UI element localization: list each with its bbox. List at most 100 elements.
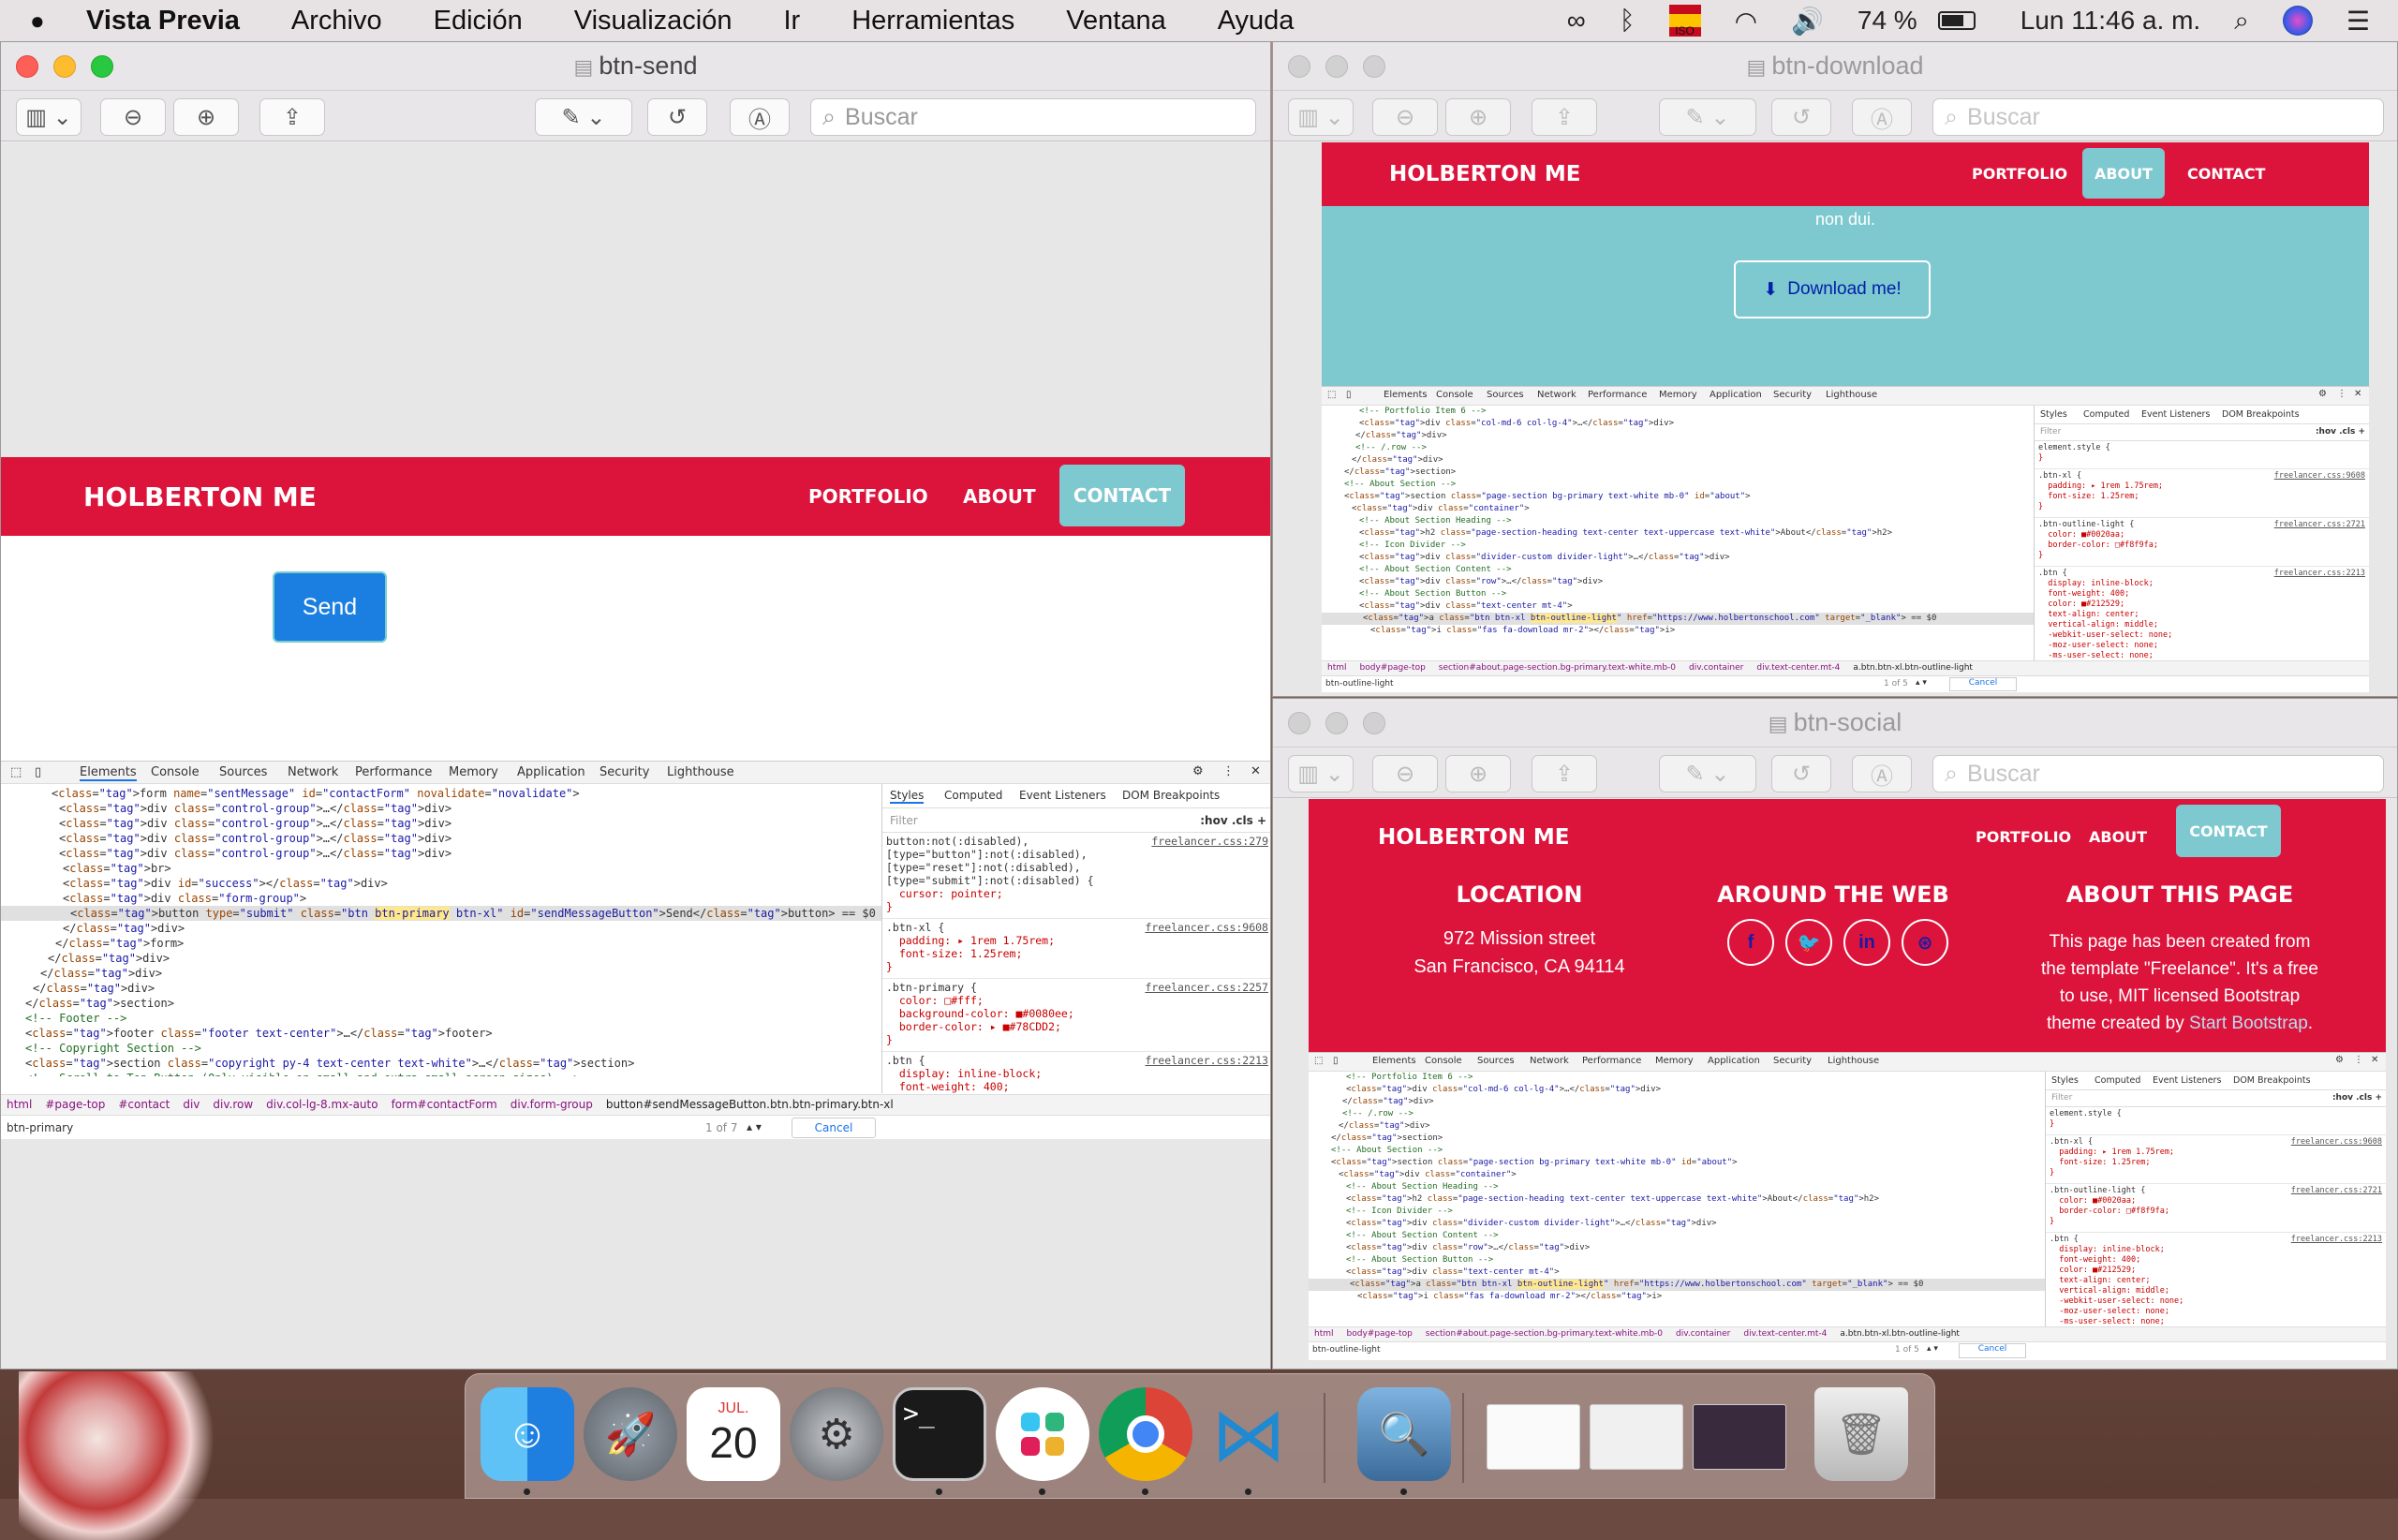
styles-tab[interactable]: Styles bbox=[2040, 409, 2067, 420]
dom-node[interactable]: <class="tag">div class="form-group"> bbox=[1, 891, 881, 906]
styles-filter-input[interactable]: Filter bbox=[2051, 1093, 2072, 1103]
facebook-icon[interactable]: f bbox=[1727, 919, 1774, 966]
dom-node[interactable]: </class="tag">section> bbox=[1309, 1133, 2045, 1145]
hov-cls-toggles[interactable]: :hov .cls + bbox=[2332, 1093, 2382, 1103]
event-listeners-tab[interactable]: Event Listeners bbox=[2141, 409, 2210, 420]
tab-lighthouse[interactable]: Lighthouse bbox=[667, 765, 734, 779]
nav-contact-active[interactable]: CONTACT bbox=[1059, 465, 1185, 526]
css-source-link[interactable]: freelancer.css:2213 bbox=[2274, 569, 2365, 579]
download-button[interactable]: ⬇ Download me! bbox=[1734, 260, 1931, 318]
css-rule[interactable]: .btn-xl { padding: ▸ 1rem 1.75rem; font-… bbox=[882, 921, 1270, 979]
find-cancel-button[interactable]: Cancel bbox=[792, 1118, 876, 1138]
dom-breakpoints-tab[interactable]: DOM Breakpoints bbox=[2222, 409, 2300, 420]
tab-network[interactable]: Network bbox=[1530, 1056, 1569, 1066]
markup-pen-button[interactable]: ✎ ⌄ bbox=[1659, 98, 1756, 136]
event-listeners-tab[interactable]: Event Listeners bbox=[2153, 1075, 2221, 1086]
styles-filter-input[interactable]: Filter bbox=[890, 814, 918, 827]
dom-node[interactable]: <class="tag">div class="control-group">…… bbox=[1, 846, 881, 861]
markup-toolbar-button[interactable]: Ⓐ bbox=[1852, 755, 1912, 792]
settings-gear-icon[interactable]: ⚙ bbox=[2335, 1055, 2344, 1065]
settings-gear-icon[interactable]: ⚙ bbox=[2318, 389, 2327, 399]
tab-application[interactable]: Application bbox=[1710, 390, 1762, 400]
dom-node[interactable]: <class="tag">div class="container"> bbox=[1322, 503, 2034, 515]
battery-icon[interactable] bbox=[1937, 11, 1976, 30]
tab-security[interactable]: Security bbox=[1773, 1056, 1812, 1066]
dom-node[interactable]: </class="tag">form> bbox=[1, 936, 881, 951]
site-brand[interactable]: HOLBERTON ME bbox=[1378, 825, 1569, 850]
menu-edicion[interactable]: Edición bbox=[434, 6, 523, 37]
computed-tab[interactable]: Computed bbox=[2083, 409, 2129, 420]
dom-node[interactable]: <class="tag">div class="col-md-6 col-lg-… bbox=[1309, 1084, 2045, 1096]
tab-sources[interactable]: Sources bbox=[1487, 390, 1524, 400]
breadcrumb-item[interactable]: body#page-top bbox=[1360, 663, 1426, 673]
screenshot-thumbnail-3[interactable] bbox=[1693, 1404, 1786, 1470]
dom-node[interactable]: <class="tag">div class="row">…</class="t… bbox=[1322, 576, 2034, 588]
markup-pen-button[interactable]: ✎ ⌄ bbox=[1659, 755, 1756, 792]
dom-node[interactable]: <class="tag">div class="control-group">…… bbox=[1, 831, 881, 846]
dom-node[interactable]: <class="tag">section class="page-section… bbox=[1322, 491, 2034, 503]
screenshot-thumbnail-1[interactable] bbox=[1487, 1404, 1580, 1470]
share-button[interactable]: ⇪ bbox=[1532, 98, 1597, 136]
dom-node[interactable]: <class="tag">div class="text-center mt-4… bbox=[1322, 600, 2034, 613]
css-rule[interactable]: .btn-primary { color: □#fff; background-… bbox=[882, 981, 1270, 1052]
css-source-link[interactable]: freelancer.css:9608 bbox=[2291, 1137, 2382, 1148]
tab-memory[interactable]: Memory bbox=[449, 765, 498, 779]
find-prev-next[interactable]: ▴ ▾ bbox=[747, 1120, 762, 1133]
zoom-out-button[interactable]: ⊖ bbox=[1372, 755, 1438, 792]
tab-elements[interactable]: Elements bbox=[80, 765, 137, 781]
tab-memory[interactable]: Memory bbox=[1655, 1056, 1694, 1066]
dom-tree[interactable]: <!-- Portfolio Item 6 --> <class="tag">di… bbox=[1309, 1072, 2045, 1306]
dom-node[interactable]: <!-- /.row --> bbox=[1309, 1108, 2045, 1120]
apple-menu-icon[interactable]: ● bbox=[30, 7, 86, 36]
styles-tab[interactable]: Styles bbox=[890, 789, 925, 804]
preview-icon[interactable]: 🔍 bbox=[1357, 1387, 1451, 1481]
css-source-link[interactable]: freelancer.css:279 bbox=[1151, 835, 1268, 848]
zoom-in-button[interactable]: ⊕ bbox=[1445, 98, 1511, 136]
menubar-clock[interactable]: Lun 11:46 a. m. bbox=[2021, 6, 2201, 36]
breadcrumb-item[interactable]: body#page-top bbox=[1347, 1329, 1413, 1339]
close-devtools-icon[interactable]: ✕ bbox=[2354, 389, 2361, 399]
hov-cls-toggles[interactable]: :hov .cls + bbox=[2316, 427, 2365, 437]
rotate-button[interactable]: ↺ bbox=[647, 98, 707, 136]
dom-node[interactable]: </class="tag">div> bbox=[1, 951, 881, 966]
dom-node[interactable]: </class="tag">div> bbox=[1, 981, 881, 996]
finder-icon[interactable]: ☺ bbox=[481, 1387, 574, 1481]
menu-visualizacion[interactable]: Visualización bbox=[574, 6, 733, 37]
styles-tab[interactable]: Styles bbox=[2051, 1075, 2079, 1086]
dom-node[interactable]: <class="tag">form name="sentMessage" id=… bbox=[1, 786, 881, 801]
zoom-out-button[interactable]: ⊖ bbox=[100, 98, 166, 136]
css-source-link[interactable]: freelancer.css:2721 bbox=[2274, 520, 2365, 530]
dom-tree[interactable]: <!-- Portfolio Item 6 --> <class="tag">di… bbox=[1322, 406, 2034, 640]
dom-node[interactable]: </class="tag">div> bbox=[1322, 454, 2034, 466]
breadcrumb-item[interactable]: a.btn.btn-xl.btn-outline-light bbox=[1840, 1329, 1960, 1339]
breadcrumb-item[interactable]: form#contactForm bbox=[392, 1098, 497, 1111]
dom-breakpoints-tab[interactable]: DOM Breakpoints bbox=[1122, 789, 1220, 802]
search-field[interactable]: ⌕ Buscar bbox=[810, 98, 1256, 136]
vscode-icon[interactable]: ⋈ bbox=[1202, 1387, 1295, 1481]
css-rule[interactable]: element.style {} bbox=[2035, 443, 2369, 469]
find-input[interactable]: btn-primary bbox=[7, 1121, 73, 1134]
dom-node[interactable]: <class="tag">div class="divider-custom d… bbox=[1322, 552, 2034, 564]
dom-node[interactable]: <!-- About Section Content --> bbox=[1322, 564, 2034, 576]
tab-sources[interactable]: Sources bbox=[1477, 1056, 1515, 1066]
dom-node[interactable]: </class="tag">div> bbox=[1309, 1120, 2045, 1133]
inspect-element-icon[interactable]: ⬚ bbox=[1314, 1056, 1323, 1066]
rotate-button[interactable]: ↺ bbox=[1771, 98, 1831, 136]
start-bootstrap-link[interactable]: Start Bootstrap bbox=[2189, 1014, 2308, 1033]
spotlight-search-icon[interactable]: ⌕ bbox=[2234, 6, 2249, 37]
computed-tab[interactable]: Computed bbox=[2095, 1075, 2140, 1086]
title-bar[interactable]: ▤ btn-download bbox=[1273, 42, 2397, 91]
event-listeners-tab[interactable]: Event Listeners bbox=[1019, 789, 1106, 802]
markup-toolbar-button[interactable]: Ⓐ bbox=[1852, 98, 1912, 136]
dom-node[interactable]: </class="tag">div> bbox=[1322, 430, 2034, 442]
menu-app-name[interactable]: Vista Previa bbox=[86, 6, 240, 37]
menu-archivo[interactable]: Archivo bbox=[291, 6, 382, 37]
dom-node[interactable]: <!-- Copyright Section --> bbox=[1, 1041, 881, 1056]
title-bar[interactable]: ▤ btn-social bbox=[1273, 699, 2397, 748]
css-rule[interactable]: .btn { display: inline-block; font-weigh… bbox=[2035, 569, 2369, 660]
share-button[interactable]: ⇪ bbox=[1532, 755, 1597, 792]
nav-portfolio[interactable]: PORTFOLIO bbox=[1976, 828, 2071, 846]
breadcrumb-item[interactable]: html bbox=[1327, 663, 1347, 673]
css-rule[interactable]: .btn-outline-light { color: ■#0020aa; bo… bbox=[2035, 520, 2369, 567]
breadcrumb-item[interactable]: #contact bbox=[118, 1098, 170, 1111]
